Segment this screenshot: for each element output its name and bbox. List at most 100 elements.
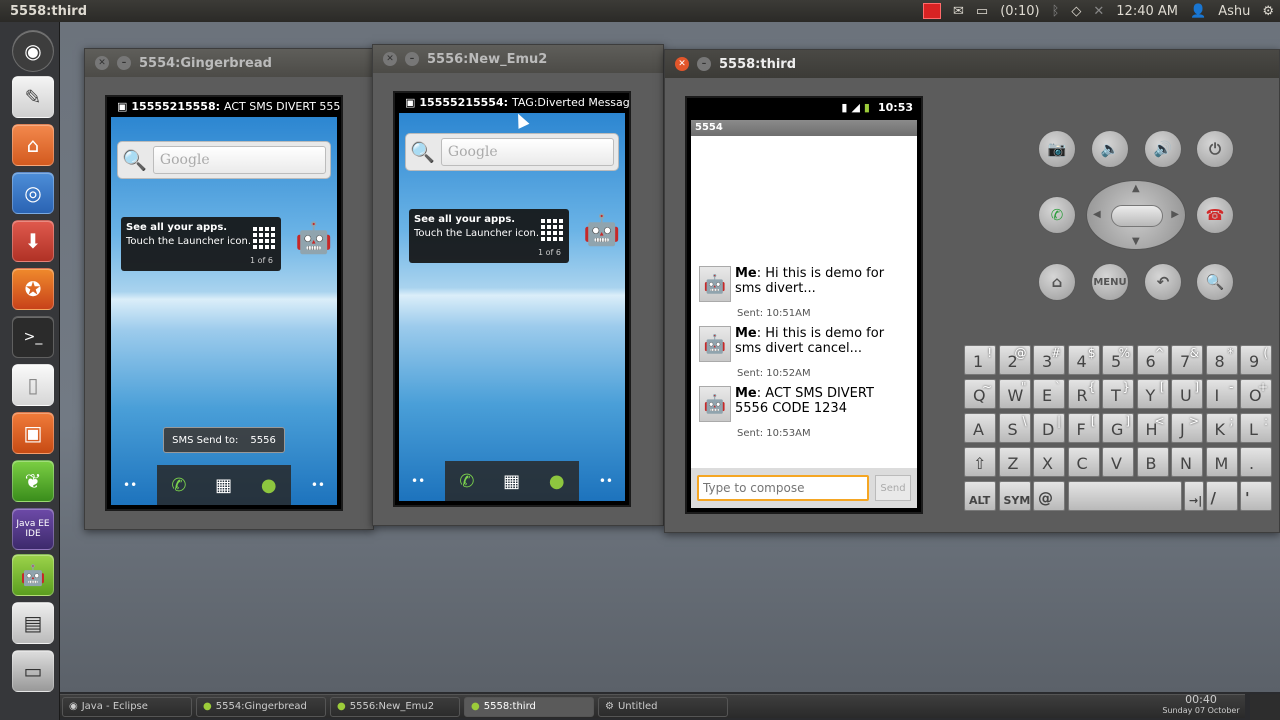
- menu-button[interactable]: MENU: [1091, 263, 1129, 301]
- key-row3-3[interactable]: F[: [1067, 413, 1100, 443]
- key-row3-1[interactable]: S \: [998, 413, 1031, 443]
- key-row4-8[interactable]: .: [1240, 447, 1272, 477]
- message-item[interactable]: 🤖 Me: ACT SMS DIVERT 5556 CODE 1234 Sent…: [699, 386, 911, 439]
- taskbar-clock[interactable]: 00:40 Sunday 07 October: [1162, 694, 1240, 718]
- key-row4-0[interactable]: ⇧: [964, 447, 996, 477]
- messaging-app[interactable]: 5554 🤖 Me: Hi this is demo for sms diver…: [691, 120, 917, 508]
- key-row5-4[interactable]: →|: [1184, 481, 1204, 511]
- taskbar-item-third[interactable]: ● 5558:third: [464, 696, 594, 717]
- key-row3-4[interactable]: G]: [1102, 413, 1134, 443]
- contact-avatar-icon[interactable]: 🤖: [699, 386, 731, 422]
- key-row5-1[interactable]: SYM: [998, 481, 1031, 511]
- message-item[interactable]: 🤖 Me: Hi this is demo for sms divert... …: [699, 266, 911, 319]
- google-search-widget[interactable]: 🔍 Google: [405, 133, 619, 171]
- window-titlebar[interactable]: ✕ – 5558:third: [665, 50, 1279, 78]
- search-icon[interactable]: 🔍: [410, 140, 435, 164]
- phone-screen[interactable]: ▣ 15555215558: ACT SMS DIVERT 5556 🔍 Goo…: [105, 95, 343, 511]
- close-icon[interactable]: ✕: [675, 57, 689, 71]
- drive-icon[interactable]: ▭: [12, 650, 54, 692]
- taskbar-item-untitled[interactable]: ⚙ Untitled: [598, 696, 728, 717]
- key-row3-8[interactable]: L:: [1240, 413, 1272, 443]
- key-row5-3[interactable]: [1067, 481, 1182, 511]
- dpad-down-icon[interactable]: ▼: [1132, 236, 1140, 247]
- key-row3-0[interactable]: A: [964, 413, 996, 443]
- volume-down-button[interactable]: 🔈: [1091, 130, 1129, 168]
- google-search-widget[interactable]: 🔍 Google: [117, 141, 331, 179]
- dpad-left-icon[interactable]: ◀: [1093, 209, 1101, 220]
- window-icon[interactable]: ▤: [12, 602, 54, 644]
- terminal-icon[interactable]: >_: [12, 316, 54, 358]
- key-row4-4[interactable]: V: [1102, 447, 1134, 477]
- phone-icon[interactable]: ✆: [171, 475, 186, 496]
- message-item[interactable]: 🤖 Me: Hi this is demo for sms divert can…: [699, 326, 911, 379]
- key-row5-5[interactable]: /: [1205, 481, 1238, 511]
- compose-input[interactable]: [697, 475, 869, 501]
- search-input[interactable]: Google: [152, 146, 326, 174]
- java-ee-ide-icon[interactable]: Java EE IDE: [12, 508, 54, 550]
- close-icon[interactable]: ✕: [383, 52, 397, 66]
- key-row1-3[interactable]: 4 $: [1067, 345, 1100, 375]
- key-row2-3[interactable]: R{: [1067, 379, 1100, 409]
- home-button[interactable]: ⌂: [1038, 263, 1076, 301]
- minimize-icon[interactable]: –: [117, 56, 131, 70]
- user-icon[interactable]: 👤: [1190, 4, 1206, 19]
- dots-right-icon[interactable]: ••: [599, 474, 613, 488]
- installer-icon[interactable]: ⬇: [12, 220, 54, 262]
- send-button[interactable]: Send: [875, 475, 911, 501]
- key-row2-1[interactable]: W ": [998, 379, 1031, 409]
- search-icon[interactable]: 🔍: [122, 148, 147, 172]
- key-row1-8[interactable]: 9(: [1240, 345, 1272, 375]
- clock[interactable]: 12:40 AM: [1116, 4, 1178, 19]
- camera-button[interactable]: 📷: [1038, 130, 1076, 168]
- phone-icon[interactable]: ✆: [459, 471, 474, 492]
- record-indicator-icon[interactable]: [923, 3, 942, 19]
- network-status[interactable]: (0:10): [1000, 4, 1039, 19]
- home-screen[interactable]: 🔍 Google See all your apps. Touch the La…: [399, 113, 625, 501]
- browser-icon[interactable]: ●: [549, 471, 565, 492]
- phone-screen[interactable]: ▣ 15555215554: TAG:Diverted Message 🔍 Go…: [393, 91, 631, 507]
- contact-avatar-icon[interactable]: 🤖: [699, 326, 731, 362]
- key-row3-2[interactable]: D |: [1033, 413, 1065, 443]
- taskbar-item-eclipse[interactable]: ◉ Java - Eclipse: [62, 696, 192, 717]
- key-row1-4[interactable]: 5%: [1102, 345, 1134, 375]
- key-row1-5[interactable]: 6 ^: [1136, 345, 1169, 375]
- search-button[interactable]: 🔍: [1196, 263, 1234, 301]
- key-row4-7[interactable]: M: [1205, 447, 1238, 477]
- volume-muted-icon[interactable]: ✕: [1093, 4, 1104, 19]
- key-row4-6[interactable]: N: [1171, 447, 1203, 477]
- key-row5-6[interactable]: ': [1240, 481, 1272, 511]
- dpad[interactable]: ▲ ▼ ◀ ▶: [1086, 180, 1186, 250]
- minimize-icon[interactable]: –: [697, 57, 711, 71]
- document-icon[interactable]: ▯: [12, 364, 54, 406]
- taskbar-item-new-emu2[interactable]: ● 5556:New_Emu2: [330, 696, 460, 717]
- app-drawer-icon[interactable]: ▦: [503, 471, 520, 492]
- key-row2-4[interactable]: T}: [1102, 379, 1134, 409]
- key-row2-7[interactable]: I-: [1205, 379, 1238, 409]
- firefox-icon[interactable]: ✪: [12, 268, 54, 310]
- dpad-center-button[interactable]: [1111, 205, 1163, 227]
- key-row3-6[interactable]: J >: [1171, 413, 1203, 443]
- end-call-button[interactable]: ☎: [1196, 196, 1234, 234]
- volume-up-button[interactable]: 🔊: [1144, 130, 1182, 168]
- app-drawer-icon[interactable]: ▦: [215, 475, 232, 496]
- android-icon[interactable]: 🤖: [12, 554, 54, 596]
- window-gingerbread[interactable]: ✕ – 5554:Gingerbread ▣ 15555215558: ACT …: [84, 48, 374, 530]
- ubuntu-software-icon[interactable]: ▣: [12, 412, 54, 454]
- key-row2-5[interactable]: Y[: [1136, 379, 1169, 409]
- battery-icon[interactable]: ▭: [976, 4, 988, 19]
- phone-screen[interactable]: ▮ ◢ ▮ 10:53 5554 🤖 Me: Hi this is demo f…: [685, 96, 923, 514]
- back-button[interactable]: ↶: [1144, 263, 1182, 301]
- key-row4-3[interactable]: C: [1067, 447, 1100, 477]
- key-row1-0[interactable]: 1!: [964, 345, 996, 375]
- power-button[interactable]: ⏻: [1196, 130, 1234, 168]
- browser-icon[interactable]: ●: [261, 475, 277, 496]
- window-titlebar[interactable]: ✕ – 5556:New_Emu2: [373, 45, 663, 73]
- key-row4-5[interactable]: B: [1136, 447, 1169, 477]
- key-row1-7[interactable]: 8 *: [1205, 345, 1238, 375]
- key-row2-0[interactable]: Q ~: [964, 379, 996, 409]
- leaf-icon[interactable]: ❦: [12, 460, 54, 502]
- status-bar[interactable]: ▣ 15555215554: TAG:Diverted Message: [395, 93, 629, 111]
- key-row3-7[interactable]: K;: [1205, 413, 1238, 443]
- dpad-right-icon[interactable]: ▶: [1171, 209, 1179, 220]
- power-icon[interactable]: ⚙: [1262, 4, 1274, 19]
